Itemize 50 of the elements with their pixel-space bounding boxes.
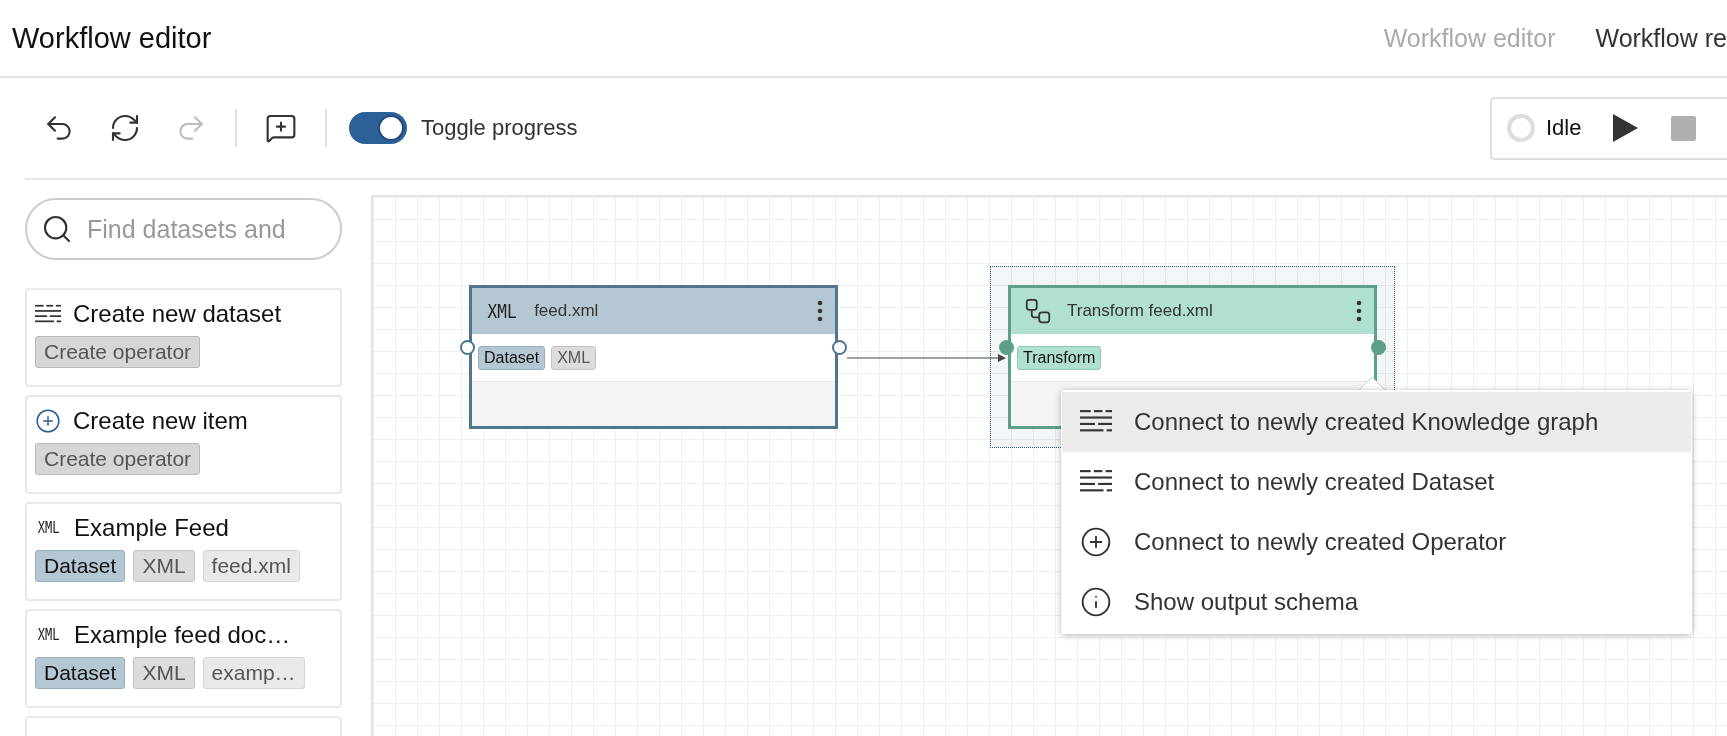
more-menu-button[interactable] [1356, 300, 1362, 322]
tag: Dataset [478, 345, 546, 370]
item-title: Example Feed [74, 514, 229, 543]
status-circle-icon [1506, 113, 1536, 143]
page-title: Workflow editor [12, 21, 212, 55]
info-icon [1080, 586, 1112, 618]
sidebar-item[interactable]: Create new dataset Create operator [25, 288, 342, 388]
tag: XML [133, 657, 195, 690]
sidebar-item[interactable]: Create new item Create operator [25, 395, 342, 495]
progress-toggle[interactable] [349, 112, 407, 144]
transform-icon [1023, 296, 1053, 326]
menu-item[interactable]: Show output schema [1062, 572, 1691, 632]
xml-icon: XML [487, 299, 517, 323]
xml-icon: XML [37, 519, 60, 538]
toggle-label: Toggle progress [421, 115, 578, 141]
sidebar-item[interactable]: XML Example feed doc… Dataset XML examp… [25, 609, 342, 709]
tag: Create operator [35, 336, 201, 369]
menu-item[interactable]: Connect to newly created Operator [1062, 512, 1691, 572]
tag: Transform [1017, 345, 1102, 370]
sidebar-item[interactable]: XML Example Feed Dataset XML feed.xml [25, 502, 342, 602]
plus-circle-icon [1080, 526, 1112, 558]
status-label: Idle [1546, 115, 1582, 141]
xml-icon: XML [37, 626, 60, 645]
menu-item[interactable]: Connect to newly created Knowledge graph [1062, 392, 1691, 452]
tag: Create operator [35, 443, 201, 476]
item-title: Create new dataset [73, 300, 282, 329]
refresh-icon [109, 112, 141, 144]
tag: Dataset [35, 657, 126, 690]
menu-item-label: Connect to newly created Dataset [1134, 468, 1495, 496]
comment-plus-icon [265, 112, 297, 144]
tag: feed.xml [202, 550, 300, 583]
node-title: Transform feed.xml [1067, 301, 1214, 321]
search-field[interactable]: Find datasets and [25, 198, 342, 261]
tag: Dataset [35, 550, 126, 583]
item-title: Example feed doc… [74, 621, 291, 650]
dataset-icon [35, 303, 61, 325]
nav-tab[interactable]: Workflow re [1595, 23, 1727, 53]
menu-item-label: Show output schema [1134, 588, 1359, 616]
item-title: Create new item [73, 407, 248, 436]
play-icon[interactable] [1611, 113, 1640, 143]
menu-item[interactable]: Connect to newly created Dataset [1062, 452, 1691, 512]
tag: XML [133, 550, 195, 583]
workflow-node[interactable]: XML feed.xml Dataset XML [469, 285, 838, 429]
plus-circle-icon [35, 408, 61, 435]
tag: XML [551, 345, 597, 370]
tag: examp… [202, 657, 305, 690]
workflow-canvas[interactable]: XML feed.xml Dataset XML Transform feed.xml Transform Connect to newly created Knowledge graph Connect to newly created Dataset Connect to newly created Operator Show output schema [371, 195, 1727, 736]
node-title: feed.xml [534, 301, 600, 321]
more-menu-button[interactable] [817, 300, 823, 322]
menu-item-label: Connect to newly created Operator [1134, 528, 1507, 556]
